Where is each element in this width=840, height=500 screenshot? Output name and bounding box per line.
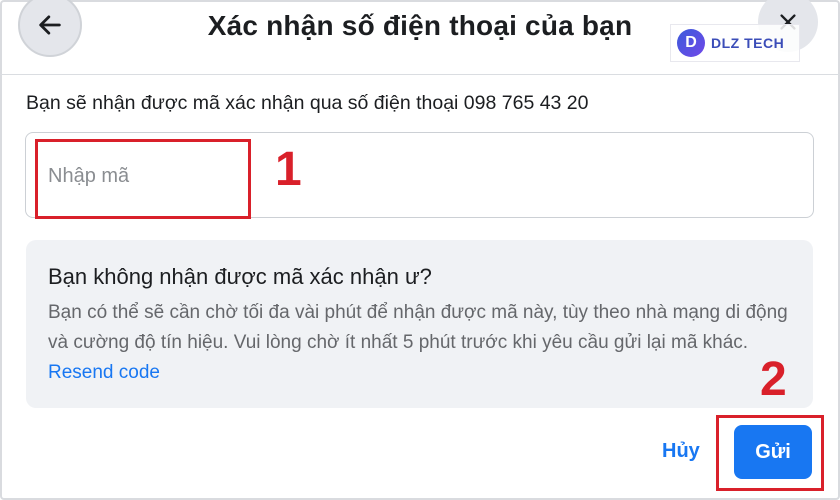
watermark-logo: D DLZ TECH bbox=[670, 24, 800, 62]
help-title: Bạn không nhận được mã xác nhận ư? bbox=[48, 264, 432, 289]
step-number-1: 1 bbox=[275, 143, 302, 196]
resend-code-link[interactable]: Resend code bbox=[48, 362, 160, 383]
dialog-header: Xác nhận số điện thoại của bạn D DLZ TEC… bbox=[0, 0, 840, 75]
step-number-2: 2 bbox=[760, 353, 787, 406]
help-body: Bạn có thể sẽ cần chờ tối đa vài phút để… bbox=[48, 298, 788, 388]
send-button[interactable]: Gửi bbox=[734, 425, 812, 479]
watermark-logo-mark: D bbox=[677, 29, 705, 57]
help-panel: Bạn không nhận được mã xác nhận ư? Bạn c… bbox=[26, 240, 813, 408]
help-body-text: Bạn có thể sẽ cần chờ tối đa vài phút để… bbox=[48, 302, 788, 353]
cancel-button[interactable]: Hủy bbox=[662, 440, 700, 463]
intro-text: Bạn sẽ nhận được mã xác nhận qua số điện… bbox=[26, 92, 589, 114]
code-field-container bbox=[25, 132, 814, 218]
code-input[interactable] bbox=[48, 161, 348, 191]
watermark-text: DLZ TECH bbox=[711, 35, 785, 51]
